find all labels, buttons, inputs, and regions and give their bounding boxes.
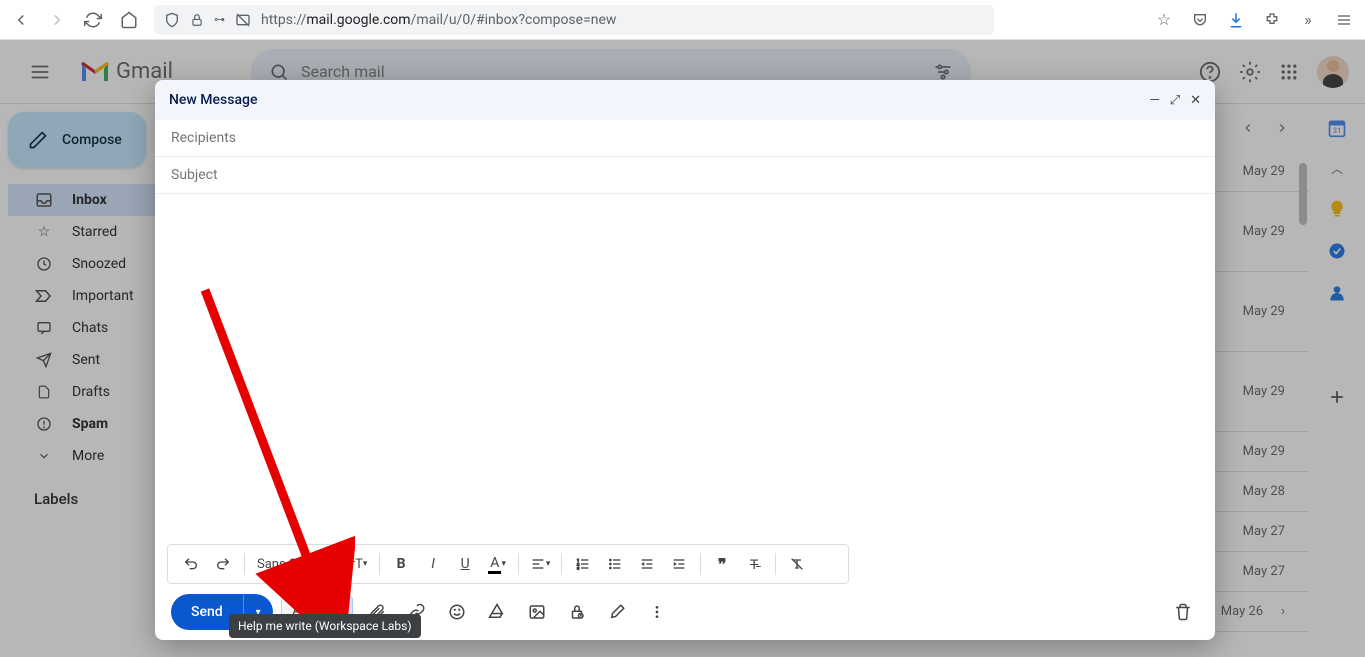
- compose-window: New Message — ⤢ ✕ Sans Serif▾ тT ▾ B I U…: [155, 80, 1215, 640]
- downloads-icon[interactable]: [1225, 9, 1247, 31]
- chevron-down-icon: ▾: [320, 559, 325, 569]
- sent-icon: [34, 352, 54, 368]
- chevron-right-icon[interactable]: ›: [1281, 604, 1285, 619]
- compose-header[interactable]: New Message — ⤢ ✕: [155, 80, 1215, 120]
- compose-label: Compose: [62, 132, 122, 148]
- insert-signature-button[interactable]: [601, 596, 633, 628]
- strikethrough-button[interactable]: T̵: [739, 549, 769, 579]
- pencil-icon: [28, 130, 48, 150]
- overflow-icon[interactable]: »: [1297, 9, 1319, 31]
- apps-grid-icon[interactable]: [1279, 62, 1299, 82]
- account-avatar[interactable]: [1317, 56, 1349, 88]
- svg-text:3: 3: [577, 565, 579, 570]
- bookmark-star-icon[interactable]: ☆: [1153, 9, 1175, 31]
- minimize-icon[interactable]: —: [1150, 93, 1160, 108]
- more-options-button[interactable]: [641, 596, 673, 628]
- side-panel: 31 ︿: [1309, 104, 1365, 407]
- important-icon: [34, 289, 54, 303]
- font-size-button[interactable]: тT ▾: [343, 549, 373, 579]
- text-color-button[interactable]: A ▾: [482, 549, 512, 579]
- underline-button[interactable]: U: [450, 549, 480, 579]
- confidential-mode-button[interactable]: [561, 596, 593, 628]
- insert-photo-button[interactable]: [521, 596, 553, 628]
- indent-less-button[interactable]: [632, 549, 662, 579]
- indent-more-button[interactable]: [664, 549, 694, 579]
- shield-icon: [164, 12, 180, 28]
- chevron-down-icon: [34, 449, 54, 463]
- subject-input[interactable]: [171, 167, 1199, 183]
- discard-draft-button[interactable]: [1167, 596, 1199, 628]
- home-button[interactable]: [118, 9, 140, 31]
- remove-format-button[interactable]: [782, 549, 812, 579]
- compose-title: New Message: [169, 92, 257, 108]
- inbox-icon: [34, 191, 54, 209]
- subject-field[interactable]: [155, 157, 1215, 194]
- settings-icon[interactable]: [1239, 61, 1261, 83]
- lock-icon: [190, 13, 204, 27]
- insert-drive-button[interactable]: [481, 596, 513, 628]
- chevron-up-icon[interactable]: ︿: [1331, 160, 1343, 177]
- search-options-icon[interactable]: [933, 62, 953, 82]
- recipients-field[interactable]: [155, 120, 1215, 157]
- draft-icon: [34, 384, 54, 400]
- pocket-icon[interactable]: [1189, 9, 1211, 31]
- quote-button[interactable]: ❞: [707, 549, 737, 579]
- reload-button[interactable]: [82, 9, 104, 31]
- svg-text:31: 31: [1333, 126, 1341, 135]
- font-select[interactable]: Sans Serif▾: [251, 549, 330, 579]
- numbered-list-button[interactable]: 123: [568, 549, 598, 579]
- close-icon[interactable]: ✕: [1190, 93, 1201, 108]
- insert-emoji-button[interactable]: [441, 596, 473, 628]
- fullscreen-icon[interactable]: ⤢: [1170, 93, 1180, 108]
- next-page-icon[interactable]: [1275, 121, 1289, 135]
- tooltip: Help me write (Workspace Labs): [229, 614, 421, 638]
- bullet-list-button[interactable]: [600, 549, 630, 579]
- spam-icon: [34, 416, 54, 432]
- url-text: https://mail.google.com/mail/u/0/#inbox?…: [261, 12, 616, 28]
- calendar-icon[interactable]: 31: [1327, 118, 1347, 138]
- contacts-icon[interactable]: [1327, 283, 1347, 303]
- compose-button[interactable]: Compose: [8, 112, 146, 168]
- add-icon[interactable]: [1327, 387, 1347, 407]
- prev-page-icon[interactable]: [1241, 121, 1255, 135]
- url-bar[interactable]: ⊶ https://mail.google.com/mail/u/0/#inbo…: [154, 5, 994, 35]
- redo-button[interactable]: [208, 549, 238, 579]
- tracking-icon: [235, 12, 251, 28]
- bold-button[interactable]: B: [386, 549, 416, 579]
- permissions-icon: ⊶: [214, 13, 225, 26]
- keep-icon[interactable]: [1327, 199, 1347, 219]
- scrollbar-thumb[interactable]: [1299, 163, 1307, 225]
- extensions-icon[interactable]: [1261, 9, 1283, 31]
- compose-body[interactable]: [155, 194, 1215, 544]
- search-input[interactable]: [301, 62, 921, 81]
- tasks-icon[interactable]: [1327, 241, 1347, 261]
- italic-button[interactable]: I: [418, 549, 448, 579]
- search-icon: [269, 62, 289, 82]
- forward-button[interactable]: [46, 9, 68, 31]
- main-menu-button[interactable]: [16, 48, 64, 96]
- clock-icon: [34, 256, 54, 272]
- recipients-input[interactable]: [171, 130, 1199, 146]
- hamburger-icon[interactable]: [1333, 9, 1355, 31]
- undo-button[interactable]: [176, 549, 206, 579]
- align-button[interactable]: ▾: [525, 549, 555, 579]
- format-toolbar: Sans Serif▾ тT ▾ B I U A ▾ ▾ 123 ❞ T̵: [167, 544, 849, 584]
- star-icon: ☆: [34, 224, 54, 240]
- browser-toolbar: ⊶ https://mail.google.com/mail/u/0/#inbo…: [0, 0, 1365, 40]
- back-button[interactable]: [10, 9, 32, 31]
- chat-icon: [34, 320, 54, 336]
